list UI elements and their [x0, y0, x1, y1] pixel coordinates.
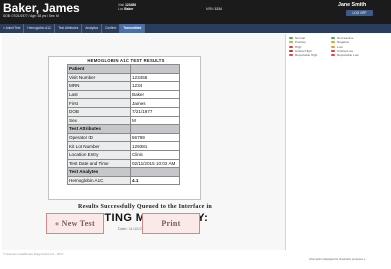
field-value: 4.1 — [130, 175, 180, 186]
visit-info: Visit 123456 Loc Baker — [118, 3, 136, 12]
field-label: DOB — [67, 106, 131, 117]
app-window: Baker, James DOB: 07/21/1977 / Age: 38 y… — [0, 0, 391, 269]
field-value: 56789 — [130, 132, 180, 143]
tab-2[interactable]: Hemoglobin A1C — [24, 24, 56, 33]
legend-swatch-icon — [331, 37, 335, 40]
field-value: 129381 — [130, 141, 180, 151]
field-label: Test Date and Time — [67, 158, 131, 169]
field-label: Operator ID — [67, 132, 131, 143]
table-row: Sex M — [67, 115, 180, 126]
mrn-info: MRN 1234 — [206, 7, 222, 11]
legend-swatch-icon — [289, 41, 293, 44]
logoff-button[interactable]: LOG OFF — [346, 10, 373, 16]
illustration-disclaimer: Information displayed for illustration p… — [309, 258, 366, 261]
field-label: Test Attributes — [67, 124, 131, 134]
field-label: Patient — [67, 64, 131, 74]
tab-5[interactable]: Confirm — [102, 24, 121, 33]
table-row: Patient — [67, 64, 180, 74]
legend-item: Reportable High — [289, 53, 317, 57]
table-row: Test Date and Time 02/11/2015 10:02 AM — [67, 158, 180, 169]
legend-swatch-icon — [289, 45, 293, 48]
print-button[interactable]: Print — [142, 213, 200, 234]
legend-item: Reportable Low — [331, 53, 359, 57]
queued-message: Results Successfully Queued to the Inter… — [77, 204, 213, 210]
field-value: 1234 — [130, 81, 180, 91]
table-row: Location Entry Clinic — [67, 149, 180, 160]
table-row: MRN 1234 — [67, 81, 180, 91]
table-row: Visit Number 123456 — [67, 72, 180, 83]
field-label: Hemoglobin A1C — [67, 175, 131, 186]
patient-name: Baker, James — [3, 1, 80, 15]
field-label: Sex — [67, 115, 131, 126]
tab-4[interactable]: Analytics — [82, 24, 103, 33]
field-value — [130, 64, 180, 74]
tab-6[interactable]: Transmitted — [120, 24, 146, 33]
field-label: Last — [67, 89, 131, 100]
visit-label: Visit — [118, 3, 125, 7]
user-name: Jane Smith — [338, 2, 367, 8]
table-row: Operator ID 56789 — [67, 132, 180, 143]
tab-1[interactable]: < Admit Test — [0, 24, 25, 33]
table-row: DOB 7/21/1977 — [67, 106, 180, 117]
field-value: Baker — [130, 89, 180, 100]
legend-swatch-icon — [289, 37, 293, 40]
legend-swatch-icon — [289, 50, 293, 53]
legend-label: Reportable Low — [337, 53, 359, 58]
visit-value: 123456 — [125, 3, 137, 7]
field-value: 02/11/2015 10:02 AM — [130, 158, 180, 169]
legend-label: Reportable High — [295, 53, 318, 58]
table-row: First James — [67, 98, 180, 108]
field-label: MRN — [67, 81, 131, 91]
field-value: 7/21/1977 — [130, 106, 180, 117]
field-label: Visit Number — [67, 72, 131, 83]
mrn-label: MRN — [206, 7, 214, 11]
field-label: Kit Lot Number — [67, 141, 131, 151]
field-value — [130, 167, 180, 177]
legend-swatch-icon — [289, 54, 293, 57]
tab-3[interactable]: Test Attributes — [55, 24, 83, 33]
mrn-value: 1234 — [214, 7, 222, 11]
loc-value: Baker — [124, 7, 134, 12]
results-table: Patient Visit Number 123456 MRN 1234 Last Bake… — [67, 64, 180, 186]
legend-swatch-icon — [331, 50, 335, 53]
new-test-button[interactable]: « New Test — [46, 213, 104, 234]
table-row: Test Analytes — [67, 167, 180, 177]
table-row: Last Baker — [67, 89, 180, 100]
table-row: Kit Lot Number 129381 — [67, 141, 180, 151]
field-value: Clinic — [130, 149, 180, 160]
field-value — [130, 124, 180, 134]
workflow-tabs: < Admit Test Hemoglobin A1C Test Attribute… — [0, 24, 391, 33]
field-value: James — [130, 98, 180, 108]
table-row: Hemoglobin A1C 4.1 — [67, 175, 180, 186]
legend-swatch-icon — [331, 54, 335, 57]
loc-label: Loc — [118, 7, 124, 12]
table-row: Test Attributes — [67, 124, 180, 134]
legend-swatch-icon — [331, 45, 335, 48]
copyright: © Siemens Healthcare Diagnostics Inc., 2… — [3, 252, 64, 256]
legend-swatch-icon — [331, 41, 335, 44]
field-value: 123456 — [130, 72, 180, 83]
field-label: First — [67, 98, 131, 108]
patient-header: Baker, James DOB: 07/21/1977 / Age: 38 y… — [0, 0, 391, 24]
field-label: Test Analytes — [67, 167, 131, 177]
result-card-title: HEMOGLOBIN A1C TEST RESULTS — [87, 58, 165, 63]
field-value: M — [130, 115, 180, 126]
patient-demographics: DOB: 07/21/1977 / Age: 38 yrs / Sex: M — [3, 14, 59, 18]
field-label: Location Entry — [67, 149, 131, 160]
